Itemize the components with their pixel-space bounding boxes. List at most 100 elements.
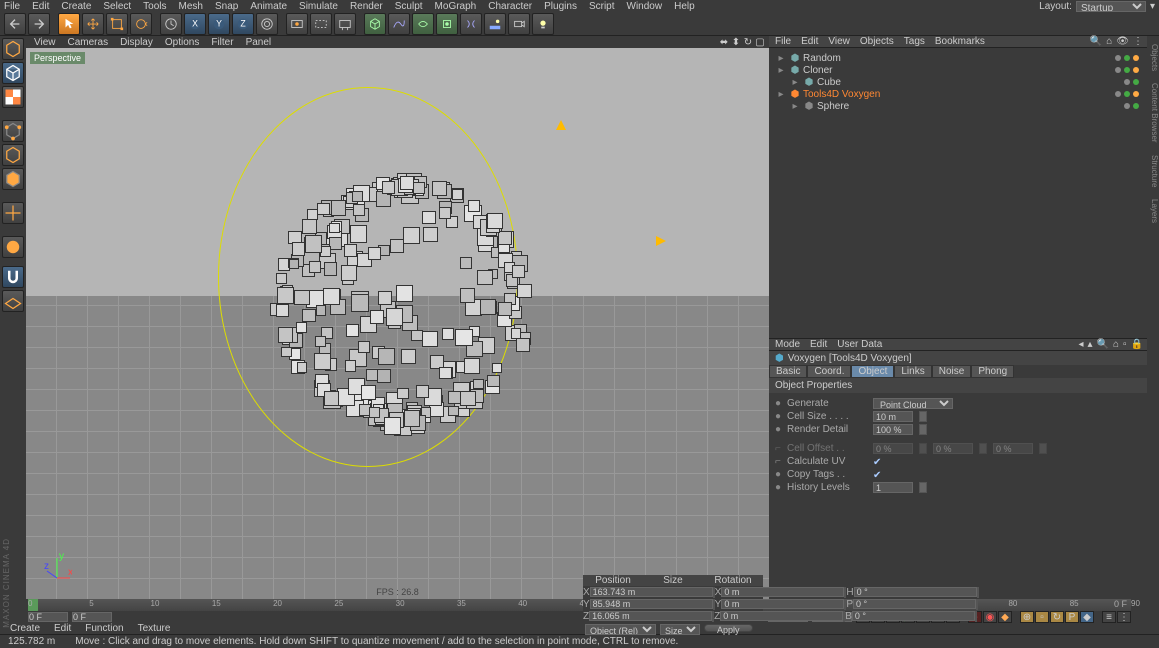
tab-object[interactable]: Object (851, 365, 894, 378)
objmenu-tags[interactable]: Tags (904, 36, 925, 47)
spinner[interactable] (977, 587, 979, 598)
cellsize-input[interactable] (873, 411, 913, 422)
timeline-opts2-button[interactable]: ⋮ (1117, 611, 1131, 623)
vis-render-icon[interactable] (1133, 103, 1139, 109)
spinner[interactable] (919, 424, 927, 435)
tree-row[interactable]: ▸⬢Cube (773, 76, 1143, 88)
size-input[interactable] (720, 611, 843, 621)
matmenu-create[interactable]: Create (10, 623, 40, 634)
edge-mode-button[interactable] (2, 144, 24, 166)
search-icon[interactable]: 🔍 (1090, 36, 1102, 47)
menu-animate[interactable]: Animate (250, 1, 287, 12)
generate-select[interactable]: Point Cloud (873, 398, 953, 409)
x-axis-button[interactable]: X (184, 13, 206, 35)
menu-help[interactable]: Help (674, 1, 695, 12)
rtab-objects[interactable]: Objects (1147, 40, 1159, 75)
vpmenu-filter[interactable]: Filter (211, 37, 233, 48)
menu-render[interactable]: Render (350, 1, 383, 12)
expand-icon[interactable]: ▸ (775, 88, 787, 100)
vpmenu-options[interactable]: Options (165, 37, 199, 48)
vis-render-icon[interactable] (1133, 79, 1139, 85)
key-scale-button[interactable]: ▫ (1035, 611, 1049, 623)
tab-phong[interactable]: Phong (971, 365, 1014, 378)
attrmenu-edit[interactable]: Edit (810, 339, 827, 350)
objmenu-objects[interactable]: Objects (860, 36, 894, 47)
rtab-content-browser[interactable]: Content Browser (1147, 79, 1159, 147)
object-tree[interactable]: ▸⬢Random▸⬢Cloner▸⬢Cube▸⬢Tools4D Voxygen▸… (769, 48, 1147, 338)
expand-icon[interactable]: ▸ (775, 52, 787, 64)
light-button[interactable] (532, 13, 554, 35)
vpmenu-display[interactable]: Display (120, 37, 153, 48)
polygon-mode-button[interactable] (2, 168, 24, 190)
render-view-button[interactable] (286, 13, 308, 35)
rot-input[interactable] (854, 587, 977, 597)
key-pla-button[interactable]: ◆ (1080, 611, 1094, 623)
vp-nav2-icon[interactable]: ⬍ (731, 37, 741, 47)
render-region-button[interactable] (310, 13, 332, 35)
autokey-button[interactable]: ◉ (983, 611, 997, 623)
menu-snap[interactable]: Snap (215, 1, 238, 12)
tree-row[interactable]: ▸⬢Cloner (773, 64, 1143, 76)
eye-icon[interactable]: 👁 (1116, 36, 1129, 47)
viewport-3d[interactable]: Perspective yxz FPS : 26.8 (26, 48, 769, 599)
menu-select[interactable]: Select (103, 1, 131, 12)
matmenu-function[interactable]: Function (85, 623, 123, 634)
menu-sculpt[interactable]: Sculpt (395, 1, 423, 12)
rtab-layers[interactable]: Layers (1147, 195, 1159, 227)
pos-input[interactable] (590, 599, 713, 609)
undo-button[interactable] (4, 13, 26, 35)
spinner[interactable] (979, 443, 987, 454)
menu-plugins[interactable]: Plugins (544, 1, 577, 12)
renderdetail-input[interactable] (873, 424, 913, 435)
menu-window[interactable]: Window (627, 1, 663, 12)
tree-row[interactable]: ▸⬢Sphere (773, 100, 1143, 112)
attrmenu-user-data[interactable]: User Data (837, 339, 882, 350)
menu-script[interactable]: Script (589, 1, 615, 12)
home2-icon[interactable]: ⌂ (1113, 339, 1119, 350)
size-input[interactable] (721, 587, 844, 597)
menu-mesh[interactable]: Mesh (179, 1, 203, 12)
tree-row[interactable]: ▸⬢Tools4D Voxygen (773, 88, 1143, 100)
calcuv-checkbox[interactable]: ✔ (873, 457, 883, 467)
menu-edit[interactable]: Edit (32, 1, 49, 12)
select-tool-button[interactable] (58, 13, 80, 35)
vis-editor-icon[interactable] (1115, 55, 1121, 61)
search2-icon[interactable]: 🔍 (1097, 339, 1109, 350)
objmenu-view[interactable]: View (828, 36, 850, 47)
key-rot-button[interactable]: ↻ (1050, 611, 1064, 623)
celloffset-x-input[interactable] (873, 443, 913, 454)
render-settings-button[interactable] (334, 13, 356, 35)
vis-editor-icon[interactable] (1124, 103, 1130, 109)
frame-current-input[interactable] (72, 612, 112, 622)
move-tool-button[interactable] (82, 13, 104, 35)
timeline-opts1-button[interactable]: ≡ (1102, 611, 1116, 623)
tag-icon[interactable] (1133, 67, 1139, 73)
key-pos-button[interactable]: ⊕ (1020, 611, 1034, 623)
tab-noise[interactable]: Noise (932, 365, 972, 378)
layout-dropdown[interactable]: Startup (1076, 1, 1146, 12)
tree-label[interactable]: Cloner (803, 65, 832, 76)
objmenu-file[interactable]: File (775, 36, 791, 47)
tag-icon[interactable] (1133, 91, 1139, 97)
scale-tool-button[interactable] (106, 13, 128, 35)
celloffset-z-input[interactable] (993, 443, 1033, 454)
vpmenu-view[interactable]: View (34, 37, 56, 48)
dots-icon[interactable]: ⋮ (1133, 36, 1143, 47)
copytags-checkbox[interactable]: ✔ (873, 470, 883, 480)
spinner[interactable] (919, 443, 927, 454)
expand-icon[interactable]: ▸ (789, 76, 801, 88)
vpmenu-panel[interactable]: Panel (246, 37, 272, 48)
coord-apply-button[interactable]: Apply (704, 624, 753, 632)
matmenu-edit[interactable]: Edit (54, 623, 71, 634)
vp-nav3-icon[interactable]: ↻ (743, 37, 753, 47)
matmenu-texture[interactable]: Texture (138, 623, 171, 634)
spinner[interactable] (919, 482, 927, 493)
spinner[interactable] (975, 611, 977, 622)
cube-primitive-button[interactable] (364, 13, 386, 35)
frame-start-input[interactable] (28, 612, 68, 622)
texture-mode-button[interactable] (2, 86, 24, 108)
tree-label[interactable]: Cube (817, 77, 841, 88)
attrmenu-mode[interactable]: Mode (775, 339, 800, 350)
spline-button[interactable] (388, 13, 410, 35)
coord-size-mode[interactable]: Size (660, 624, 700, 635)
